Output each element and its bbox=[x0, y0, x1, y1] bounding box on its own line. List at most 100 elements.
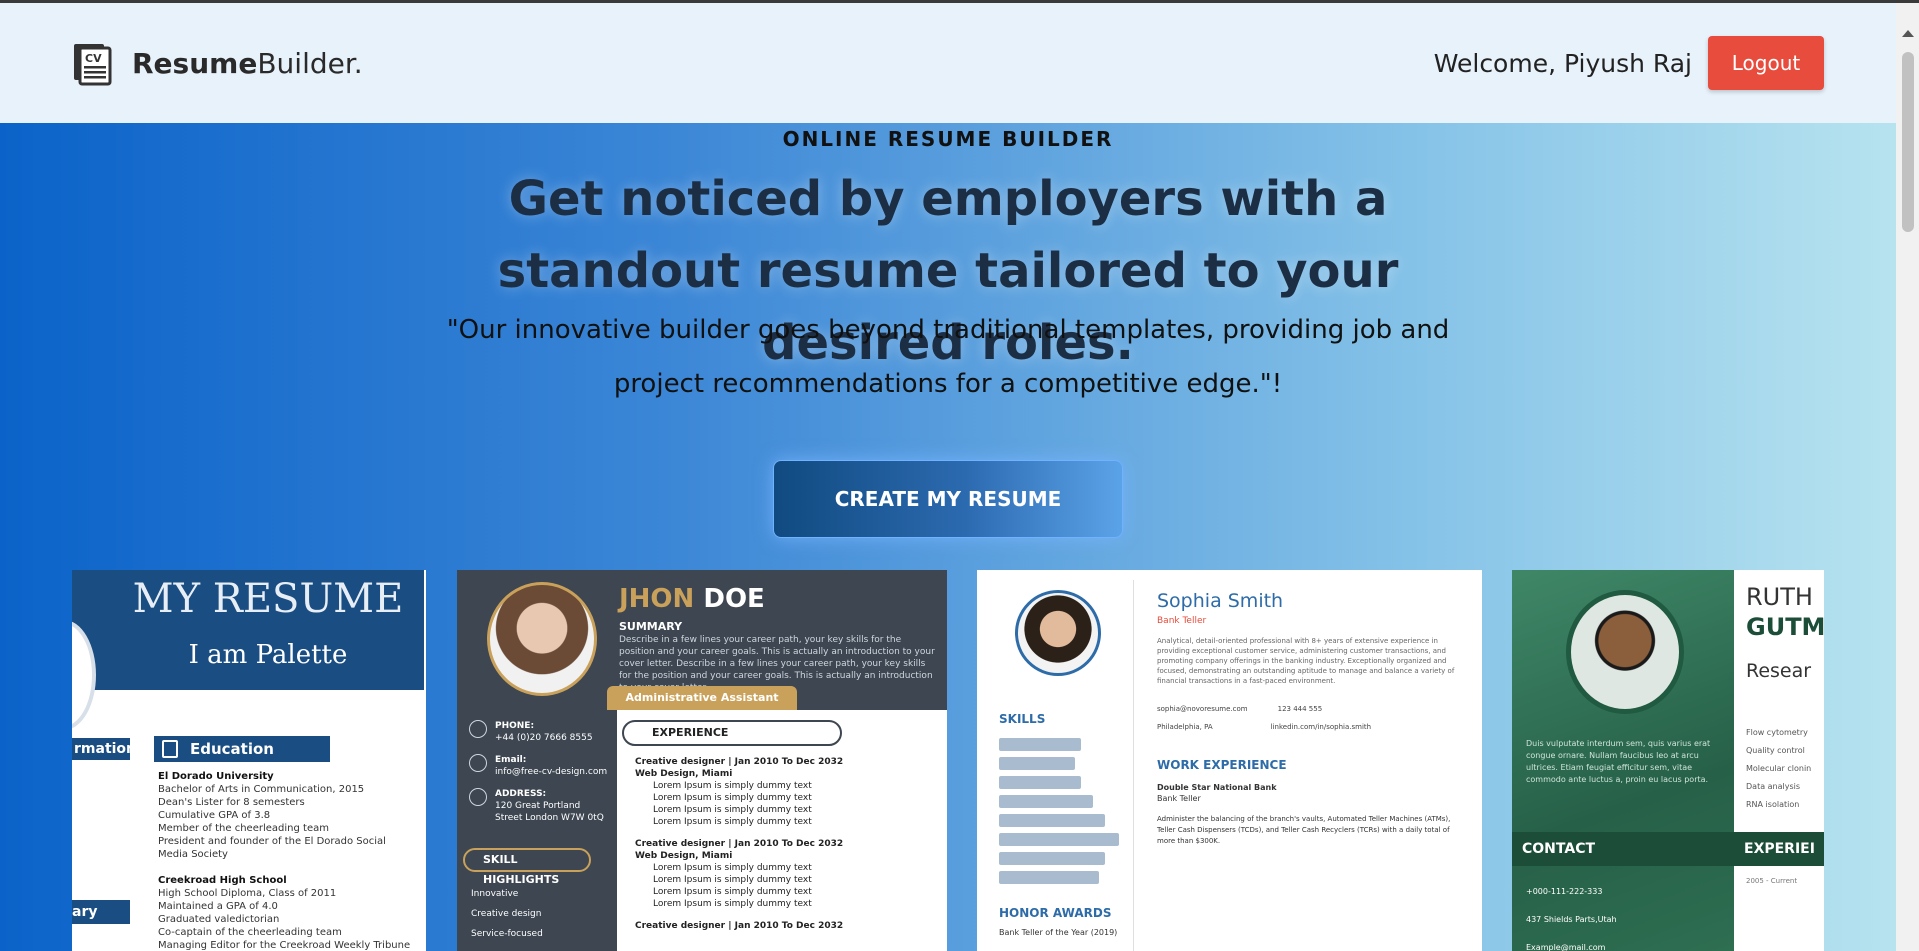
skill-pill bbox=[999, 776, 1081, 789]
contact-value: info@free-cv-design.com bbox=[495, 767, 608, 777]
template-card-ruth[interactable]: Duis vulputate interdum sem, quis varius… bbox=[1512, 570, 1824, 951]
summary-label: SUMMARY bbox=[619, 620, 683, 633]
summary-text: Describe in a few lines your career path… bbox=[619, 635, 935, 693]
contact-block: PHONE: +44 (0)20 7666 8555 Email: info@fre… bbox=[469, 720, 609, 834]
contact-row: sophia@novoresume.com 123 444 555 bbox=[1157, 700, 1467, 718]
bullet: Lorem Ipsum is simply dummy text bbox=[653, 817, 812, 827]
scroll-up-arrow-icon[interactable] bbox=[1902, 30, 1914, 37]
skill-item: Data analysis bbox=[1746, 782, 1801, 791]
skill-pill bbox=[999, 757, 1075, 770]
profile-photo bbox=[1015, 590, 1101, 676]
honor-heading: HONOR AWARDS bbox=[999, 906, 1112, 920]
logo-text: CV bbox=[85, 52, 102, 65]
location-icon bbox=[469, 788, 487, 806]
bullet: Lorem Ipsum is simply dummy text bbox=[653, 793, 812, 803]
site-header: CV ResumeBuilder. Welcome, Piyush Raj Lo… bbox=[0, 3, 1896, 123]
template-card-jhon-doe[interactable]: JHON DOE SUMMARY Describe in a few lines… bbox=[457, 570, 947, 951]
education-icon bbox=[162, 740, 178, 758]
user-area: Welcome, Piyush Raj Logout bbox=[1434, 36, 1824, 90]
contact-row: PHONE: +44 (0)20 7666 8555 bbox=[469, 720, 609, 744]
template-card-sophia-smith[interactable]: Sophia Smith Bank Teller Analytical, det… bbox=[977, 570, 1482, 951]
line: El Dorado University bbox=[158, 771, 274, 782]
contact-value: 123 444 555 bbox=[1277, 705, 1323, 713]
card-name: Sophia Smith bbox=[1157, 590, 1284, 612]
line: Cumulative GPA of 3.8 bbox=[158, 810, 271, 821]
card-title: MY RESUME bbox=[132, 576, 404, 622]
contact-value: +000-111-222-333 bbox=[1526, 887, 1603, 896]
profile-photo bbox=[1566, 590, 1684, 714]
skills-list: Innovative Creative design Service-focus… bbox=[471, 884, 543, 944]
skill-pill bbox=[999, 795, 1093, 808]
bullet: Lorem Ipsum is simply dummy text bbox=[653, 875, 812, 885]
card-bio: Analytical, detail-oriented professional… bbox=[1157, 637, 1455, 685]
hero-subtext: "Our innovative builder goes beyond trad… bbox=[446, 315, 1450, 399]
honor-item: Bank Teller of the Year (2019) bbox=[999, 928, 1118, 937]
skill-pills bbox=[999, 738, 1129, 890]
skills-heading: SKILLS bbox=[999, 712, 1046, 726]
skills-heading: SKILL HIGHLIGHTS bbox=[463, 848, 591, 886]
work-body: Double Star National Bank Bank Teller Ad… bbox=[1157, 782, 1467, 847]
skill-item: RNA isolation bbox=[1746, 800, 1800, 809]
contact-value: 437 Shields Parts,Utah bbox=[1526, 915, 1617, 924]
job-title: Creative designer | Jan 2010 To Dec 2032 bbox=[635, 839, 844, 849]
profile-photo bbox=[487, 582, 597, 696]
work-role: Bank Teller bbox=[1157, 794, 1201, 803]
brand[interactable]: CV ResumeBuilder. bbox=[72, 40, 363, 86]
mail-icon bbox=[469, 754, 487, 772]
education-list: El Dorado University Bachelor of Arts in… bbox=[158, 770, 418, 951]
template-gallery: MY RESUME I am Palette rmation Education… bbox=[72, 570, 1824, 951]
brand-name: ResumeBuilder. bbox=[132, 47, 363, 80]
skill-item: Creative design bbox=[471, 909, 542, 919]
skill-pill bbox=[999, 833, 1119, 846]
line: Managing Editor for the Creekroad Weekly… bbox=[158, 940, 411, 951]
experience-heading: EXPERIENCE bbox=[622, 720, 842, 746]
skill-pill bbox=[999, 814, 1105, 827]
card-intro: Duis vulputate interdum sem, quis varius… bbox=[1526, 739, 1711, 784]
contact-value: +44 (0)20 7666 8555 bbox=[495, 733, 593, 743]
skill-item: Molecular clonin bbox=[1746, 764, 1812, 773]
bullet: Lorem Ipsum is simply dummy text bbox=[653, 887, 812, 897]
section-tab-education: Education bbox=[154, 736, 330, 762]
work-heading: WORK EXPERIENCE bbox=[1157, 758, 1287, 772]
template-card-palette[interactable]: MY RESUME I am Palette rmation Education… bbox=[72, 570, 426, 951]
bullet: Lorem Ipsum is simply dummy text bbox=[653, 899, 812, 909]
line: President and founder of the El Dorado S… bbox=[158, 836, 386, 860]
skill-pill bbox=[999, 871, 1099, 884]
phone-icon bbox=[469, 720, 487, 738]
section-tab-information: rmation bbox=[72, 738, 130, 760]
skill-item: Service-focused bbox=[471, 929, 543, 939]
contact-row: Philadelphia, PA linkedin.com/in/sophia.s… bbox=[1157, 718, 1467, 736]
create-resume-button[interactable]: CREATE MY RESUME bbox=[773, 460, 1123, 538]
first-name: JHON bbox=[619, 584, 695, 614]
work-desc: Administer the balancing of the branch's… bbox=[1157, 815, 1451, 845]
line: Maintained a GPA of 4.0 bbox=[158, 901, 278, 912]
experience-date: 2005 - Current bbox=[1746, 877, 1798, 885]
job-company: Web Design, Miami bbox=[635, 851, 733, 861]
contact-value: Example@mail.com bbox=[1526, 943, 1606, 951]
card-subtitle: I am Palette bbox=[188, 640, 348, 670]
bullet: Lorem Ipsum is simply dummy text bbox=[653, 805, 812, 815]
line: Dean's Lister for 8 semesters bbox=[158, 797, 305, 808]
card-job-title: Bank Teller bbox=[1157, 616, 1207, 626]
cv-document-icon: CV bbox=[72, 40, 118, 86]
divider bbox=[1133, 580, 1134, 951]
contact-row: ADDRESS: 120 Great Portland Street London… bbox=[469, 788, 609, 824]
experience-heading: EXPERIEI bbox=[1734, 832, 1824, 866]
skill-pill bbox=[999, 852, 1105, 865]
logout-button[interactable]: Logout bbox=[1708, 36, 1824, 90]
contact-label: ADDRESS: bbox=[495, 789, 547, 799]
scrollbar-thumb[interactable] bbox=[1902, 52, 1914, 232]
line: Co-captain of the cheerleading team bbox=[158, 927, 342, 938]
last-name: DOE bbox=[703, 584, 765, 614]
work-company: Double Star National Bank bbox=[1157, 783, 1277, 792]
contact-label: PHONE: bbox=[495, 721, 535, 731]
contact-row: Email: info@free-cv-design.com bbox=[469, 754, 609, 778]
contact-heading: CONTACT bbox=[1512, 832, 1734, 866]
brand-name-light: Builder. bbox=[257, 46, 363, 80]
section-tab-summary: ary bbox=[72, 900, 130, 924]
skill-item: Quality control bbox=[1746, 746, 1805, 755]
last-name: GUTM bbox=[1746, 613, 1824, 641]
